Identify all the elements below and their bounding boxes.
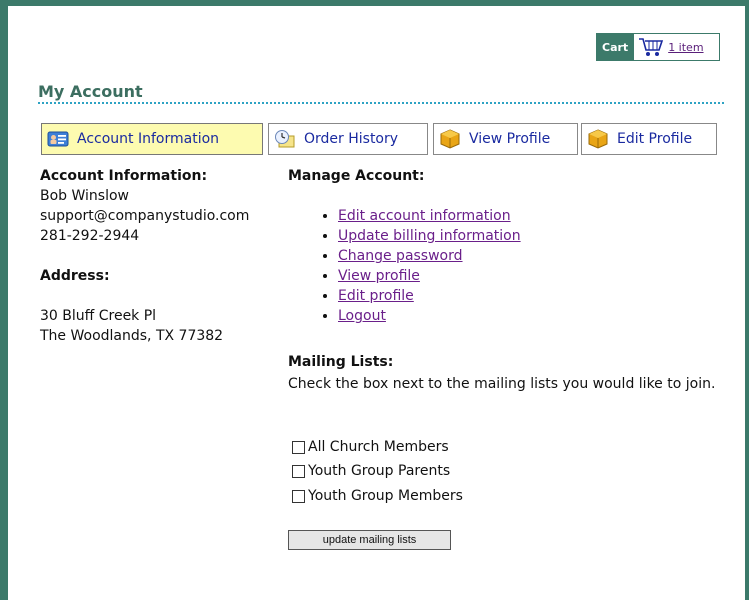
tab-account-information[interactable]: Account Information [41, 123, 263, 155]
view-profile-link[interactable]: View profile [338, 268, 420, 284]
manage-account-heading: Manage Account: [288, 168, 425, 184]
clock-icon [275, 130, 295, 148]
youth-group-members-checkbox[interactable] [292, 489, 305, 503]
window-frame-left [0, 0, 8, 600]
manage-account-section: Manage Account: Edit account information… [288, 166, 718, 326]
logout-link[interactable]: Logout [338, 308, 386, 324]
account-phone: 281-292-2944 [40, 228, 140, 244]
list-item: View profile [338, 266, 718, 286]
page-title: My Account [38, 82, 143, 101]
tab-label: View Profile [469, 131, 551, 147]
box-icon [588, 129, 608, 149]
account-info-heading: Account Information: [40, 168, 208, 184]
mailing-list-option: Youth Group Parents [292, 463, 450, 479]
update-billing-information-link[interactable]: Update billing information [338, 228, 521, 244]
tab-label: Order History [304, 131, 399, 147]
list-item: Change password [338, 246, 718, 266]
tab-label: Edit Profile [617, 131, 693, 147]
cart-icon[interactable] [638, 36, 664, 58]
tab-view-profile[interactable]: View Profile [433, 123, 578, 155]
box-icon [440, 129, 460, 149]
address-line-2: The Woodlands, TX 77382 [40, 328, 224, 344]
all-church-members-checkbox[interactable] [292, 440, 305, 454]
mailing-lists-description: Check the box next to the mailing lists … [288, 376, 716, 392]
manage-account-links: Edit account information Update billing … [288, 206, 718, 326]
tab-order-history[interactable]: Order History [268, 123, 428, 155]
id-card-icon [47, 131, 69, 147]
update-mailing-lists-button[interactable]: update mailing lists [288, 530, 451, 550]
list-item: Logout [338, 306, 718, 326]
list-item: Edit profile [338, 286, 718, 306]
account-name: Bob Winslow [40, 188, 130, 204]
window-frame-right [745, 0, 749, 600]
cart-label: Cart [597, 34, 635, 60]
address-heading: Address: [40, 268, 110, 284]
checkbox-label: Youth Group Members [308, 488, 463, 504]
mailing-list-option: Youth Group Members [292, 488, 463, 504]
cart-widget: Cart 1 item [596, 33, 720, 61]
edit-account-information-link[interactable]: Edit account information [338, 208, 511, 224]
account-email: support@companystudio.com [40, 208, 250, 224]
list-item: Update billing information [338, 226, 718, 246]
address-line-1: 30 Bluff Creek Pl [40, 308, 157, 324]
youth-group-parents-checkbox[interactable] [292, 464, 305, 478]
tab-edit-profile[interactable]: Edit Profile [581, 123, 717, 155]
checkbox-label: All Church Members [308, 439, 449, 455]
heading-divider [38, 102, 724, 104]
cart-item-count-link[interactable]: 1 item [668, 41, 703, 54]
change-password-link[interactable]: Change password [338, 248, 463, 264]
list-item: Edit account information [338, 206, 718, 226]
checkbox-label: Youth Group Parents [308, 463, 451, 479]
mailing-lists-heading: Mailing Lists: [288, 354, 394, 370]
account-info-column: Account Information: Bob Winslow support… [40, 166, 285, 346]
mailing-list-option: All Church Members [292, 439, 449, 455]
tab-label: Account Information [77, 131, 220, 147]
edit-profile-link[interactable]: Edit profile [338, 288, 414, 304]
